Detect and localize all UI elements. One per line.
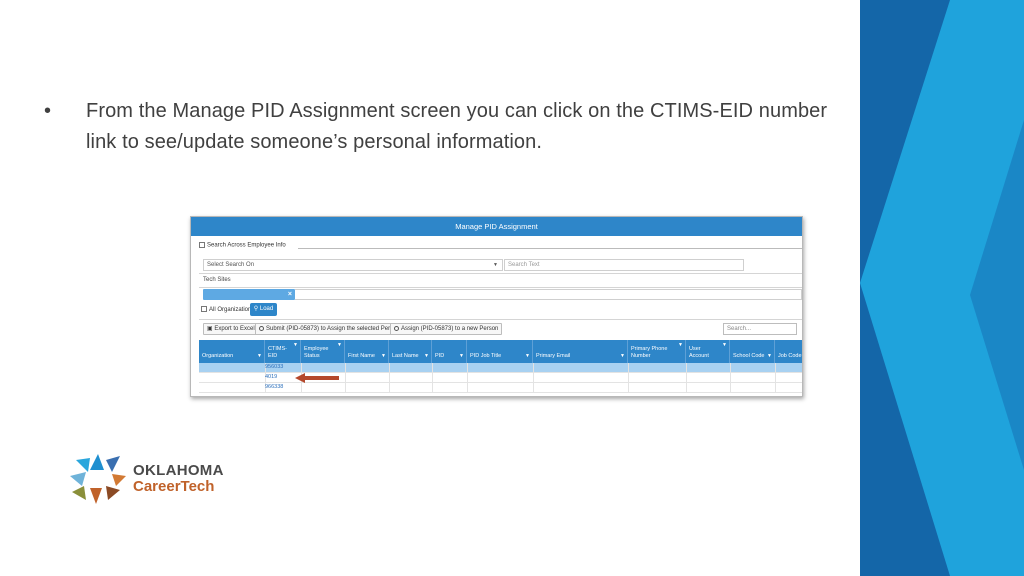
col-label: User Account bbox=[689, 346, 709, 359]
col-pid-job-title[interactable]: PID Job Title ▼ bbox=[467, 340, 533, 363]
col-primary-phone[interactable]: Primary Phone Number ▼ bbox=[628, 340, 686, 363]
filter-icon[interactable]: ▼ bbox=[293, 342, 298, 348]
table-row[interactable]: 956033 bbox=[199, 363, 802, 373]
filter-icon[interactable]: ▼ bbox=[678, 342, 683, 348]
text-part-1: From the bbox=[86, 100, 173, 122]
col-pid[interactable]: PID ▼ bbox=[432, 340, 467, 363]
filter-icon[interactable]: ▼ bbox=[459, 353, 464, 359]
fieldset-divider bbox=[298, 248, 802, 249]
logo-line-2: CareerTech bbox=[133, 478, 215, 495]
screen-title: Manage PID Assignment bbox=[191, 217, 802, 236]
search-text-input[interactable]: Search Text bbox=[504, 259, 744, 271]
col-label: PID Job Title bbox=[470, 353, 502, 359]
ctims-eid-link[interactable]: 956033 bbox=[265, 364, 283, 370]
text-part-2: screen you can click on the bbox=[394, 100, 650, 122]
col-employee-status[interactable]: Employee Status ▼ bbox=[301, 340, 345, 363]
highlight-ctims-eid: CTIMS-EID bbox=[649, 100, 754, 122]
assign-label: Assign (PID-05873) to a new Person bbox=[401, 326, 499, 332]
highlight-manage-pid: Manage PID Assignment bbox=[172, 100, 395, 122]
bullet-marker: • bbox=[44, 100, 52, 122]
col-label: Primary Phone Number bbox=[631, 346, 668, 359]
pid-grid: Organization ▼ CTIMS- EID ▼ Employee Statu… bbox=[199, 340, 802, 393]
bullet-text: From the Manage PID Assignment screen yo… bbox=[86, 96, 846, 158]
grid-header: Organization ▼ CTIMS- EID ▼ Employee Statu… bbox=[199, 340, 802, 363]
submit-label: Submit (PID-05873) to Assign the selecte… bbox=[266, 326, 400, 332]
col-user-account[interactable]: User Account ▼ bbox=[686, 340, 730, 363]
filter-icon[interactable]: ▼ bbox=[525, 353, 530, 359]
filter-icon[interactable]: ▼ bbox=[424, 353, 429, 359]
filter-icon[interactable]: ▼ bbox=[767, 353, 772, 359]
export-excel-button[interactable]: ▣ Export to Excel bbox=[203, 323, 259, 335]
all-organizations-checkbox[interactable] bbox=[201, 306, 207, 313]
export-icon: ▣ bbox=[207, 326, 213, 332]
submit-pid-button[interactable]: Submit (PID-05873) to Assign the selecte… bbox=[255, 323, 404, 335]
col-job-code[interactable]: Job Code bbox=[775, 340, 802, 363]
pointer-arrow-icon bbox=[295, 373, 339, 383]
all-organizations-label: All Organizations bbox=[209, 307, 255, 313]
col-label: Primary Email bbox=[536, 353, 571, 359]
all-organizations-option[interactable]: All Organizations bbox=[201, 305, 254, 315]
check-circle-icon bbox=[259, 325, 264, 331]
table-row[interactable]: 966338 bbox=[199, 383, 802, 393]
tech-sites-selection[interactable]: × bbox=[203, 289, 295, 300]
col-label: CTIMS- EID bbox=[268, 346, 287, 359]
export-label: Export to Excel bbox=[214, 326, 255, 332]
star-logo-icon bbox=[70, 454, 126, 504]
dropdown-arrow-icon: ▼ bbox=[493, 262, 498, 268]
col-first-name[interactable]: First Name ▼ bbox=[345, 340, 389, 363]
grid-search-placeholder: Search... bbox=[727, 326, 752, 332]
load-button[interactable]: ⚲ Load bbox=[250, 303, 277, 316]
col-organization[interactable]: Organization ▼ bbox=[199, 340, 265, 363]
decorative-side-panel bbox=[860, 0, 1024, 576]
search-on-value: Select Search On bbox=[207, 262, 255, 268]
grid-search-input[interactable]: Search... ⚲ bbox=[723, 323, 802, 335]
clear-icon[interactable]: × bbox=[288, 289, 292, 300]
col-label: First Name bbox=[348, 353, 375, 359]
col-label: Employee Status bbox=[304, 346, 329, 359]
divider bbox=[199, 319, 802, 320]
col-last-name[interactable]: Last Name ▼ bbox=[389, 340, 432, 363]
col-label: Organization bbox=[202, 353, 234, 359]
col-label: School Code bbox=[733, 353, 765, 359]
divider bbox=[199, 273, 802, 274]
filter-icon[interactable]: ▼ bbox=[722, 342, 727, 348]
filter-icon[interactable]: ▼ bbox=[257, 353, 262, 359]
col-label: PID bbox=[435, 353, 445, 359]
col-school-code[interactable]: School Code ▼ bbox=[730, 340, 775, 363]
check-circle-icon bbox=[394, 325, 399, 331]
col-primary-email[interactable]: Primary Email ▼ bbox=[533, 340, 628, 363]
ctims-eid-link[interactable]: 4019 bbox=[265, 374, 277, 380]
load-label: Load bbox=[259, 306, 274, 312]
filter-icon[interactable]: ▼ bbox=[381, 353, 386, 359]
manage-pid-screenshot: Manage PID Assignment Search Across Empl… bbox=[190, 216, 803, 397]
col-label: Job Code bbox=[778, 353, 802, 359]
filter-icon[interactable]: ▼ bbox=[620, 353, 625, 359]
ctims-eid-link[interactable]: 966338 bbox=[265, 384, 283, 390]
logo-line-1: OKLAHOMA bbox=[133, 462, 224, 479]
search-on-select[interactable]: Select Search On ▼ bbox=[203, 259, 503, 271]
search-icon: ⚲ bbox=[253, 306, 259, 312]
search-across-label: Search Across Employee Info bbox=[207, 242, 286, 249]
tech-sites-label: Tech Sites bbox=[203, 277, 231, 283]
assign-pid-button[interactable]: Assign (PID-05873) to a new Person bbox=[390, 323, 503, 335]
table-row[interactable]: 4019 bbox=[199, 373, 802, 383]
col-label: Last Name bbox=[392, 353, 419, 359]
magnifier-icon[interactable]: ⚲ bbox=[802, 324, 803, 334]
search-across-checkbox[interactable] bbox=[199, 242, 205, 248]
filter-icon[interactable]: ▼ bbox=[337, 342, 342, 348]
col-ctims-eid[interactable]: CTIMS- EID ▼ bbox=[265, 340, 301, 363]
divider bbox=[199, 287, 802, 288]
tech-sites-field[interactable] bbox=[295, 289, 802, 300]
